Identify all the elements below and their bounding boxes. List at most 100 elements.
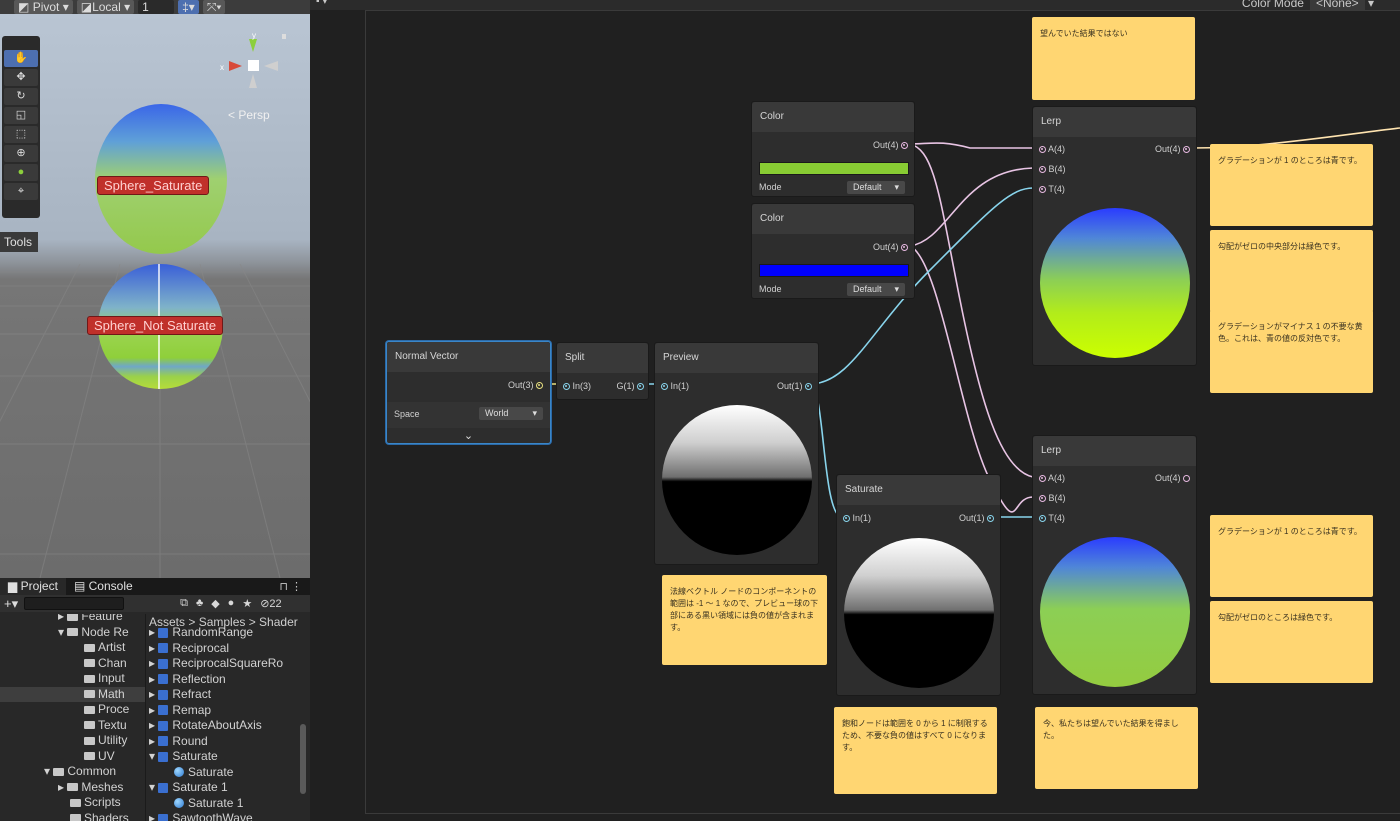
move-tool-icon[interactable]: ✥ bbox=[4, 69, 38, 86]
grid-snap-button[interactable]: ‡▾ bbox=[178, 0, 199, 14]
node-split[interactable]: Split In(3) G(1) bbox=[556, 342, 649, 400]
port-b[interactable]: B(4) bbox=[1039, 159, 1066, 179]
rotate-tool-icon[interactable]: ↻ bbox=[4, 88, 38, 105]
tree-item[interactable]: Artist bbox=[0, 640, 145, 656]
edit-tool-icon[interactable]: ⌖ bbox=[4, 183, 38, 200]
color-mode[interactable]: Color Mode <None> ▾ bbox=[1242, 0, 1374, 10]
color-swatch[interactable] bbox=[759, 162, 909, 175]
port-out[interactable]: Out(4) bbox=[873, 135, 908, 155]
file-item[interactable]: ▾ Saturate 1 bbox=[146, 780, 310, 796]
transform-tool-icon[interactable]: ⊕ bbox=[4, 145, 38, 162]
port-out[interactable]: Out(1) bbox=[959, 508, 994, 528]
persp-toggle[interactable]: < Persp bbox=[228, 108, 270, 122]
file-item[interactable]: ▸ Reflection bbox=[146, 672, 310, 688]
tools-tab[interactable]: Tools bbox=[0, 232, 38, 252]
tree-item-selected[interactable]: Math bbox=[0, 686, 145, 702]
lock-icon[interactable] bbox=[282, 34, 286, 39]
tree-item[interactable]: Textu bbox=[0, 718, 145, 734]
file-item[interactable]: ▸ Reciprocal bbox=[146, 641, 310, 657]
tab-console[interactable]: ▤ Console bbox=[66, 578, 141, 595]
port-in[interactable]: In(1) bbox=[661, 376, 689, 396]
port-t[interactable]: T(4) bbox=[1039, 508, 1065, 528]
file-item[interactable]: ▸ SawtoothWave bbox=[146, 811, 310, 821]
tree-item[interactable]: ▾ Common bbox=[0, 764, 145, 780]
custom-tool-icon[interactable]: ● bbox=[4, 164, 38, 181]
orientation-gizmo[interactable]: y x bbox=[218, 32, 288, 102]
tree-item[interactable]: Scripts bbox=[0, 795, 145, 811]
tree-item[interactable]: Chan bbox=[0, 656, 145, 672]
sticky-note-top[interactable]: 望んでいた結果ではない bbox=[1032, 17, 1195, 100]
lock-menu-icon[interactable]: ⊓ ⋮ bbox=[279, 580, 310, 593]
node-lerp-2[interactable]: Lerp A(4) B(4) T(4) Out(4) bbox=[1032, 435, 1197, 695]
hand-tool-icon[interactable]: ✋ bbox=[4, 50, 38, 67]
error-icon[interactable]: ● bbox=[228, 597, 235, 610]
port-out[interactable]: G(1) bbox=[616, 376, 644, 396]
hidden-icon[interactable]: ⊘22 bbox=[260, 597, 281, 610]
node-normal-vector[interactable]: Normal Vector Out(3) Space World ▾ ⌄ bbox=[386, 341, 551, 444]
sticky-note-result[interactable]: 今、私たちは望んでいた結果を得ました。 bbox=[1035, 707, 1198, 789]
sticky-note-r4[interactable]: グラデーションが 1 のところは青です。 bbox=[1210, 515, 1373, 597]
shader-graph-canvas[interactable]: ▪ ▾ Color Mode <None> ▾ 望んでいた結果ではない 法線ベク… bbox=[310, 0, 1400, 821]
file-item[interactable]: Saturate bbox=[146, 765, 310, 781]
tree-item[interactable]: Input bbox=[0, 671, 145, 687]
file-item[interactable]: ▾ Saturate bbox=[146, 749, 310, 765]
file-item[interactable]: Saturate 1 bbox=[146, 796, 310, 812]
sticky-note-r5[interactable]: 勾配がゼロのところは緑色です。 bbox=[1210, 601, 1373, 683]
port-in[interactable]: In(3) bbox=[563, 376, 591, 396]
filter-icon[interactable]: ⧉ bbox=[180, 597, 188, 610]
node-saturate[interactable]: Saturate In(1) Out(1) bbox=[836, 474, 1001, 696]
tree-item[interactable]: ▸ Feature bbox=[0, 614, 145, 625]
node-color-1[interactable]: Color Out(4) Mode Default ▾ bbox=[751, 101, 915, 197]
save-icon[interactable]: ▪ ▾ bbox=[316, 0, 327, 7]
file-item[interactable]: ▸ ReciprocalSquareRo bbox=[146, 656, 310, 672]
increment-snap-button[interactable]: ⤧▾ bbox=[202, 0, 226, 14]
port-in[interactable]: In(1) bbox=[843, 508, 871, 528]
mode-dropdown[interactable]: Default ▾ bbox=[847, 283, 905, 296]
port-out[interactable]: Out(3) bbox=[508, 375, 543, 395]
favorite-icon[interactable]: ★ bbox=[242, 597, 252, 610]
file-item[interactable]: ▸ RotateAboutAxis bbox=[146, 718, 310, 734]
color-swatch[interactable] bbox=[759, 264, 909, 277]
type-icon[interactable]: ♣ bbox=[196, 597, 203, 610]
port-out[interactable]: Out(4) bbox=[1155, 139, 1190, 159]
port-out[interactable]: Out(4) bbox=[1155, 468, 1190, 488]
port-a[interactable]: A(4) bbox=[1039, 139, 1065, 159]
tree-item[interactable]: Shaders bbox=[0, 811, 145, 821]
sticky-note-r3[interactable]: グラデーションがマイナス 1 の不要な黄色。これは、青の値の反対色です。 bbox=[1210, 310, 1373, 393]
sticky-note-normal[interactable]: 法線ベクトル ノードのコンポーネントの範囲は -1 ～ 1 なので、プレビュー球… bbox=[662, 575, 827, 665]
tree-item[interactable]: Proce bbox=[0, 702, 145, 718]
search-input[interactable] bbox=[24, 597, 125, 610]
scale-tool-icon[interactable]: ◱ bbox=[4, 107, 38, 124]
space-dropdown[interactable]: World ▾ bbox=[479, 407, 543, 420]
tree-item[interactable]: ▸ Meshes bbox=[0, 780, 145, 796]
tree-item[interactable]: ▾ Node Re bbox=[0, 625, 145, 641]
scrollbar[interactable] bbox=[300, 724, 306, 794]
label-sphere-not-saturate[interactable]: Sphere_Not Saturate bbox=[87, 316, 224, 335]
sticky-note-r2[interactable]: 勾配がゼロの中央部分は緑色です。 bbox=[1210, 230, 1373, 312]
sticky-note-saturate[interactable]: 飽和ノードは範囲を 0 から 1 に制限するため、不要な負の値はすべて 0 にな… bbox=[834, 707, 997, 794]
sticky-note-r1[interactable]: グラデーションが 1 のところは青です。 bbox=[1210, 144, 1373, 226]
tree-item[interactable]: Utility bbox=[0, 733, 145, 749]
label-icon[interactable]: ◆ bbox=[211, 597, 219, 610]
file-item[interactable]: ▸ Round bbox=[146, 734, 310, 750]
snap-increment-field[interactable]: 1 bbox=[138, 0, 175, 14]
file-item[interactable]: ▸ Remap bbox=[146, 703, 310, 719]
port-out[interactable]: Out(4) bbox=[873, 237, 908, 257]
port-b[interactable]: B(4) bbox=[1039, 488, 1066, 508]
node-preview[interactable]: Preview In(1) Out(1) bbox=[654, 342, 819, 565]
pivot-button[interactable]: ◩ Pivot ▾ bbox=[14, 0, 73, 14]
port-out[interactable]: Out(1) bbox=[777, 376, 812, 396]
mode-dropdown[interactable]: Default ▾ bbox=[847, 181, 905, 194]
tab-project[interactable]: ▆ Project bbox=[0, 578, 66, 595]
tree-item[interactable]: UV bbox=[0, 749, 145, 765]
scene-viewport[interactable]: Sphere_Saturate Sphere_Not Saturate < Pe… bbox=[0, 14, 310, 578]
node-lerp-1[interactable]: Lerp A(4) B(4) T(4) Out(4) bbox=[1032, 106, 1197, 366]
file-item[interactable]: ▸ Refract bbox=[146, 687, 310, 703]
color-mode-dropdown[interactable]: <None> bbox=[1309, 0, 1365, 10]
local-button[interactable]: ◪Local ▾ bbox=[76, 0, 135, 14]
port-t[interactable]: T(4) bbox=[1039, 179, 1065, 199]
add-button[interactable]: +▾ bbox=[4, 596, 18, 612]
node-color-2[interactable]: Color Out(4) Mode Default ▾ bbox=[751, 203, 915, 299]
label-sphere-saturate[interactable]: Sphere_Saturate bbox=[97, 176, 210, 195]
collapse-chevron-icon[interactable]: ⌄ bbox=[387, 429, 550, 442]
